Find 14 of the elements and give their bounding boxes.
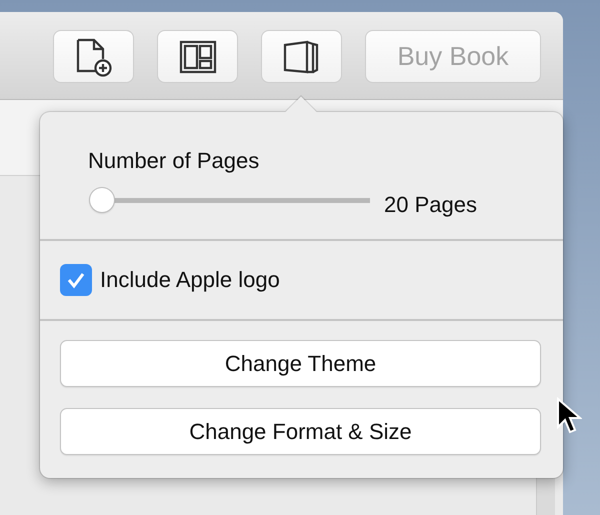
slider-label: Number of Pages [88, 148, 260, 174]
popover-button[interactable]: Change Theme [60, 340, 541, 387]
add-page-icon [74, 36, 112, 76]
checkbox[interactable] [60, 264, 92, 296]
add-page-button[interactable] [53, 30, 134, 83]
book-button[interactable] [261, 30, 342, 83]
slider-reading: 20 Pages [384, 192, 477, 218]
layout-icon [178, 40, 216, 74]
layout-button[interactable] [157, 30, 238, 83]
checkmark-icon [66, 271, 86, 289]
popover-button[interactable]: Change Format & Size [60, 408, 541, 455]
slider-thumb[interactable] [90, 188, 114, 212]
pointer-icon [556, 397, 582, 435]
checkbox-label: Include Apple logo [100, 267, 280, 293]
